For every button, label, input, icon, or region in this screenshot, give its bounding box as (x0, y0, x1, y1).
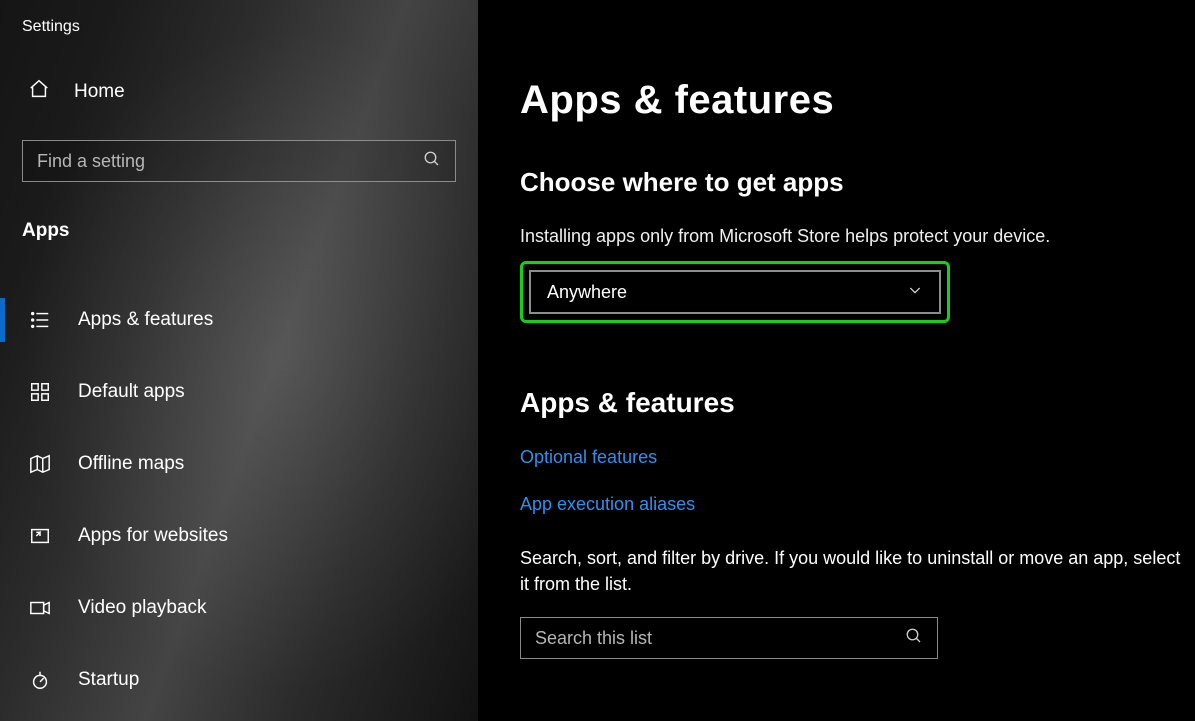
sidebar-item-apps-websites[interactable]: Apps for websites (0, 500, 478, 572)
sidebar-nav: Apps & features Default apps (0, 284, 478, 716)
map-icon (28, 453, 52, 475)
list-description: Search, sort, and filter by drive. If yo… (520, 545, 1190, 597)
grid-icon (28, 381, 52, 403)
app-list-search-input[interactable] (535, 628, 905, 649)
page-title: Apps & features (520, 78, 1195, 123)
choose-where-helper: Installing apps only from Microsoft Stor… (520, 226, 1195, 247)
window-title: Settings (0, 0, 478, 36)
home-label: Home (74, 81, 125, 103)
sidebar-item-apps-features[interactable]: Apps & features (0, 284, 478, 356)
choose-where-select[interactable]: Anywhere (529, 270, 941, 314)
nav-label: Startup (78, 669, 139, 691)
choose-where-heading: Choose where to get apps (520, 167, 1195, 198)
chevron-down-icon (907, 282, 923, 303)
sidebar-item-offline-maps[interactable]: Offline maps (0, 428, 478, 500)
startup-icon (28, 669, 52, 691)
choose-where-value: Anywhere (547, 282, 627, 303)
main-panel: Apps & features Choose where to get apps… (478, 0, 1195, 721)
optional-features-link[interactable]: Optional features (520, 447, 657, 468)
search-icon (423, 150, 441, 173)
app-execution-aliases-link[interactable]: App execution aliases (520, 494, 695, 515)
list-icon (28, 309, 52, 331)
nav-label: Video playback (78, 597, 207, 619)
open-external-icon (28, 525, 52, 547)
sidebar-search (22, 140, 456, 182)
app-list-search-box[interactable] (520, 617, 938, 659)
sidebar-item-default-apps[interactable]: Default apps (0, 356, 478, 428)
app-list-search (520, 617, 938, 659)
sidebar-item-video-playback[interactable]: Video playback (0, 572, 478, 644)
home-icon (28, 78, 50, 106)
home-nav[interactable]: Home (0, 36, 478, 106)
sidebar-section-label: Apps (0, 182, 478, 242)
apps-features-subheading: Apps & features (520, 387, 1195, 419)
nav-label: Default apps (78, 381, 185, 403)
find-setting-input[interactable] (37, 151, 423, 172)
nav-label: Offline maps (78, 453, 184, 475)
video-icon (28, 597, 52, 619)
sidebar-item-startup[interactable]: Startup (0, 644, 478, 716)
settings-sidebar: Settings Home Apps (0, 0, 478, 721)
choose-where-highlight: Anywhere (520, 261, 950, 323)
find-setting-input-wrap[interactable] (22, 140, 456, 182)
search-icon (905, 627, 923, 650)
nav-label: Apps & features (78, 309, 213, 331)
nav-label: Apps for websites (78, 525, 228, 547)
